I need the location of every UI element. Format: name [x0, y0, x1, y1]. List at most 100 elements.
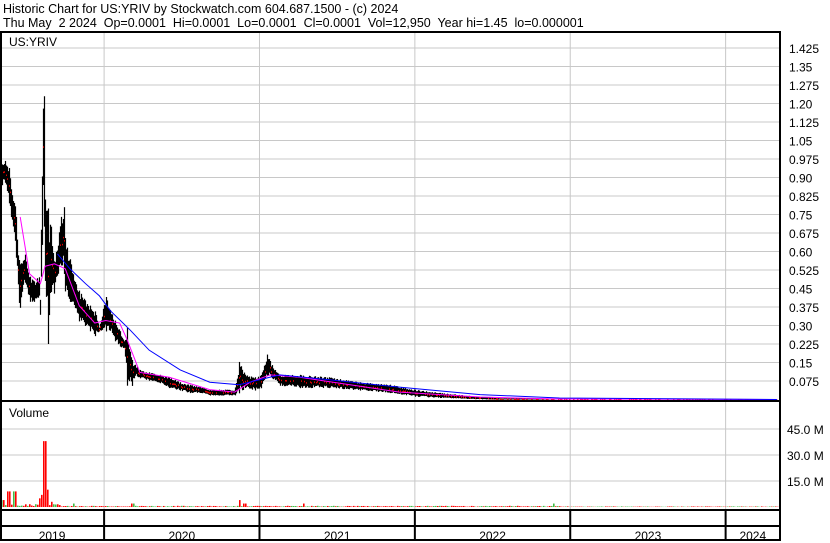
volume-bar: [181, 505, 183, 507]
volume-bar: [539, 506, 541, 507]
volume-bar: [33, 505, 35, 507]
volume-bar: [427, 505, 429, 507]
volume-bar: [409, 505, 411, 507]
volume-bar: [133, 503, 135, 507]
price-tick-label: 0.525: [789, 264, 819, 278]
volume-bar: [483, 506, 485, 507]
volume-bar: [27, 505, 29, 507]
volume-bar: [41, 494, 43, 507]
volume-bar: [373, 506, 375, 507]
volume-bar: [669, 506, 671, 507]
price-tick-label: 0.975: [789, 153, 819, 167]
stock-chart: US:YRIV Volume 1.425 1.35 1.275 1.20 1.125 1.…: [0, 31, 824, 543]
volume-bar: [45, 441, 47, 507]
price-tick-label: 1.20: [789, 98, 813, 112]
volume-bar: [85, 506, 87, 507]
volume-bar: [383, 506, 385, 507]
volume-bar: [731, 506, 733, 507]
volume-bar: [407, 506, 409, 507]
volume-bar: [737, 506, 739, 507]
volume-tick-label: 30.0 M: [787, 449, 824, 463]
volume-bar: [99, 506, 101, 507]
volume-bar: [153, 506, 155, 507]
volume-bar: [307, 506, 309, 507]
volume-bar: [417, 506, 419, 507]
volume-bar: [397, 505, 399, 507]
volume-bar: [379, 506, 381, 507]
volume-bar: [527, 506, 529, 507]
volume-bar: [149, 506, 151, 507]
volume-bar: [335, 506, 337, 507]
volume-bar: [185, 506, 187, 507]
volume-bar: [197, 506, 199, 507]
volume-bar: [71, 505, 73, 507]
volume-bar: [693, 506, 695, 507]
volume-bar: [499, 506, 501, 507]
volume-bar: [733, 506, 735, 507]
volume-bar: [415, 506, 417, 507]
volume-bar: [405, 506, 407, 507]
price-tick-label: 0.375: [789, 301, 819, 315]
year-label: 2019: [39, 529, 66, 543]
volume-bar: [299, 506, 301, 507]
volume-bar: [283, 506, 285, 507]
volume-bar: [173, 505, 175, 507]
volume-bar: [433, 506, 435, 507]
volume-bar: [327, 505, 329, 507]
price-tick-label: 1.125: [789, 116, 819, 130]
volume-bar: [485, 505, 487, 507]
volume-bar: [289, 506, 291, 507]
volume-bar: [377, 505, 379, 507]
volume-bar: [639, 506, 641, 507]
volume-bar: [15, 491, 17, 507]
volume-bar: [549, 506, 551, 507]
volume-bar: [315, 506, 317, 507]
volume-bar: [9, 491, 11, 507]
volume-bar: [505, 506, 507, 507]
year-label: 2023: [635, 529, 662, 543]
volume-bar: [453, 505, 455, 507]
volume-bar: [357, 505, 359, 507]
volume-bar: [517, 505, 519, 507]
volume-bar: [273, 506, 275, 507]
volume-bar: [227, 506, 229, 507]
volume-bar: [137, 506, 139, 507]
volume-bar: [325, 506, 327, 507]
volume-bar: [49, 505, 51, 507]
volume-bar: [551, 505, 553, 507]
volume-bar: [263, 506, 265, 507]
volume-bar: [75, 506, 77, 507]
volume-bar: [511, 505, 513, 507]
volume-bar: [755, 506, 757, 507]
volume-bar: [435, 505, 437, 507]
volume-bar: [191, 506, 193, 507]
volume-bar: [293, 506, 295, 507]
volume-bar: [59, 505, 61, 507]
volume-bar: [365, 506, 367, 507]
volume-bar: [411, 505, 413, 507]
volume-bar: [709, 506, 711, 507]
volume-bar: [613, 506, 615, 507]
volume-bar: [43, 441, 45, 507]
volume-bar: [267, 506, 269, 507]
volume-bar: [277, 506, 279, 507]
volume-bar: [441, 505, 443, 507]
volume-bar: [469, 506, 471, 507]
volume-bar: [67, 505, 69, 507]
volume-bar: [73, 503, 75, 507]
volume-bar: [207, 506, 209, 507]
volume-bar: [387, 506, 389, 507]
volume-bar: [761, 506, 763, 507]
volume-bar: [51, 501, 53, 507]
volume-bar: [179, 506, 181, 507]
volume-bar: [243, 503, 245, 507]
volume-bar: [5, 505, 7, 507]
volume-bar: [203, 506, 205, 507]
volume-bar: [115, 506, 117, 507]
volume-bar: [21, 505, 23, 507]
volume-bar: [775, 506, 777, 507]
volume-bar: [461, 506, 463, 507]
price-tick-label: 0.75: [789, 209, 813, 223]
volume-bar: [601, 506, 603, 507]
chart-frame: [0, 31, 781, 541]
